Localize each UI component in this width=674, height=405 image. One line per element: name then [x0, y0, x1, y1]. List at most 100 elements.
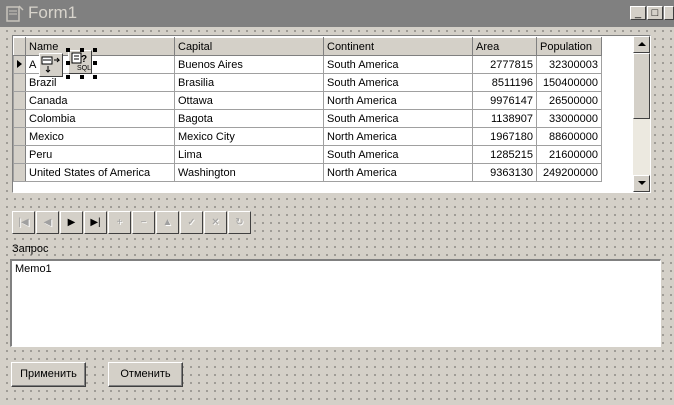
first-record-icon: |◀	[18, 217, 29, 228]
cell-population[interactable]: 26500000	[536, 91, 602, 110]
cancel-edit-button[interactable]: ✕	[204, 211, 227, 234]
row-indicator[interactable]	[13, 145, 26, 164]
cell-continent[interactable]: North America	[323, 163, 473, 182]
selection-handle[interactable]	[93, 75, 97, 79]
form-window: Form1 _ □ Name Capital Continent Area Po…	[0, 0, 674, 405]
table-row[interactable]: A Buenos Aires South America 2777815 3230000…	[13, 55, 602, 74]
table-row[interactable]: Canada Ottawa North America 9976147 26500000	[13, 91, 602, 110]
column-header-population[interactable]: Population	[536, 37, 602, 56]
row-indicator[interactable]	[13, 109, 26, 128]
column-header-continent[interactable]: Continent	[323, 37, 473, 56]
cell-population[interactable]: 150400000	[536, 73, 602, 92]
cell-population[interactable]: 32300003	[536, 55, 602, 74]
arrow-up-icon	[638, 42, 646, 46]
cell-capital[interactable]: Mexico City	[174, 127, 324, 146]
minimize-button[interactable]: _	[630, 6, 646, 20]
title-bar[interactable]: Form1 _ □	[0, 0, 674, 27]
maximize-icon: □	[651, 7, 659, 19]
selection-handle[interactable]	[66, 75, 70, 79]
maximize-button[interactable]: □	[647, 6, 663, 20]
table-row[interactable]: Colombia Bagota South America 1138907 330000…	[13, 109, 602, 128]
next-record-button[interactable]: ▶	[60, 211, 83, 234]
table-row[interactable]: United States of America Washington North …	[13, 163, 602, 182]
cancel-edit-icon: ✕	[211, 217, 220, 228]
cell-area[interactable]: 2777815	[472, 55, 537, 74]
query-component-icon[interactable]: ? SQL	[68, 50, 92, 74]
cell-name[interactable]: Peru	[25, 145, 175, 164]
selection-handle[interactable]	[93, 48, 97, 52]
cell-capital[interactable]: Buenos Aires	[174, 55, 324, 74]
edit-record-icon: ▲	[162, 217, 173, 228]
table-row[interactable]: Peru Lima South America 1285215 21600000	[13, 145, 602, 164]
cell-population[interactable]: 249200000	[536, 163, 602, 182]
last-record-button[interactable]: ▶|	[84, 211, 107, 234]
data-grid[interactable]: Name Capital Continent Area Population A…	[12, 35, 651, 193]
row-indicator-header	[13, 37, 26, 56]
next-record-icon: ▶	[67, 217, 76, 228]
cell-continent[interactable]: South America	[323, 145, 473, 164]
cell-area[interactable]: 1138907	[472, 109, 537, 128]
cell-name[interactable]: Mexico	[25, 127, 175, 146]
scroll-up-button[interactable]	[633, 36, 650, 53]
cell-name[interactable]: United States of America	[25, 163, 175, 182]
datasource-icon	[41, 56, 61, 73]
query-label: Запрос	[12, 243, 49, 255]
delete-record-button[interactable]: −	[132, 211, 155, 234]
cell-capital[interactable]: Bagota	[174, 109, 324, 128]
row-indicator[interactable]	[13, 163, 26, 182]
cell-capital[interactable]: Ottawa	[174, 91, 324, 110]
cell-area[interactable]: 1967180	[472, 127, 537, 146]
row-indicator[interactable]	[13, 91, 26, 110]
query-memo[interactable]: Memo1	[10, 259, 661, 347]
table-row[interactable]: Brazil Brasilia South America 8511196 150400…	[13, 73, 602, 92]
cell-continent[interactable]: North America	[323, 91, 473, 110]
cell-area[interactable]: 9363130	[472, 163, 537, 182]
selection-handle[interactable]	[93, 61, 97, 65]
cancel-button[interactable]: Отменить	[108, 362, 183, 387]
svg-text:?: ?	[81, 54, 87, 65]
cell-area[interactable]: 1285215	[472, 145, 537, 164]
cell-population[interactable]: 33000000	[536, 109, 602, 128]
refresh-data-icon: ↻	[235, 217, 244, 228]
table-row[interactable]: Mexico Mexico City North America 1967180 886…	[13, 127, 602, 146]
row-indicator[interactable]	[13, 73, 26, 92]
cell-continent[interactable]: South America	[323, 73, 473, 92]
scroll-thumb[interactable]	[633, 53, 650, 119]
selection-handle[interactable]	[66, 48, 70, 52]
cell-population[interactable]: 21600000	[536, 145, 602, 164]
insert-record-button[interactable]: +	[108, 211, 131, 234]
vertical-scrollbar[interactable]	[633, 36, 650, 192]
cell-area[interactable]: 9976147	[472, 91, 537, 110]
refresh-data-button[interactable]: ↻	[228, 211, 251, 234]
cell-name[interactable]: Canada	[25, 91, 175, 110]
first-record-button[interactable]: |◀	[12, 211, 35, 234]
delete-record-icon: −	[140, 217, 147, 228]
window-title: Form1	[28, 3, 78, 22]
cell-continent[interactable]: South America	[323, 55, 473, 74]
selection-handle[interactable]	[80, 75, 84, 79]
selection-handle[interactable]	[66, 61, 70, 65]
selection-handle[interactable]	[80, 48, 84, 52]
cell-capital[interactable]: Lima	[174, 145, 324, 164]
datasource-component-icon[interactable]	[39, 53, 63, 77]
close-button[interactable]	[664, 6, 674, 20]
cell-capital[interactable]: Brasilia	[174, 73, 324, 92]
edit-record-button[interactable]: ▲	[156, 211, 179, 234]
row-indicator[interactable]	[13, 127, 26, 146]
cell-continent[interactable]: South America	[323, 109, 473, 128]
row-indicator[interactable]	[13, 55, 26, 74]
grid-table: Name Capital Continent Area Population A…	[13, 37, 602, 182]
scroll-down-button[interactable]	[633, 175, 650, 192]
prior-record-button[interactable]: ◀	[36, 211, 59, 234]
cell-area[interactable]: 8511196	[472, 73, 537, 92]
cell-continent[interactable]: North America	[323, 127, 473, 146]
cell-capital[interactable]: Washington	[174, 163, 324, 182]
post-edit-button[interactable]: ✓	[180, 211, 203, 234]
db-navigator: |◀ ◀ ▶ ▶| + − ▲ ✓ ✕ ↻	[12, 211, 252, 235]
cell-population[interactable]: 88600000	[536, 127, 602, 146]
column-header-capital[interactable]: Capital	[174, 37, 324, 56]
memo-text: Memo1	[15, 263, 52, 275]
cell-name[interactable]: Colombia	[25, 109, 175, 128]
apply-button[interactable]: Применить	[11, 362, 86, 387]
column-header-area[interactable]: Area	[472, 37, 537, 56]
